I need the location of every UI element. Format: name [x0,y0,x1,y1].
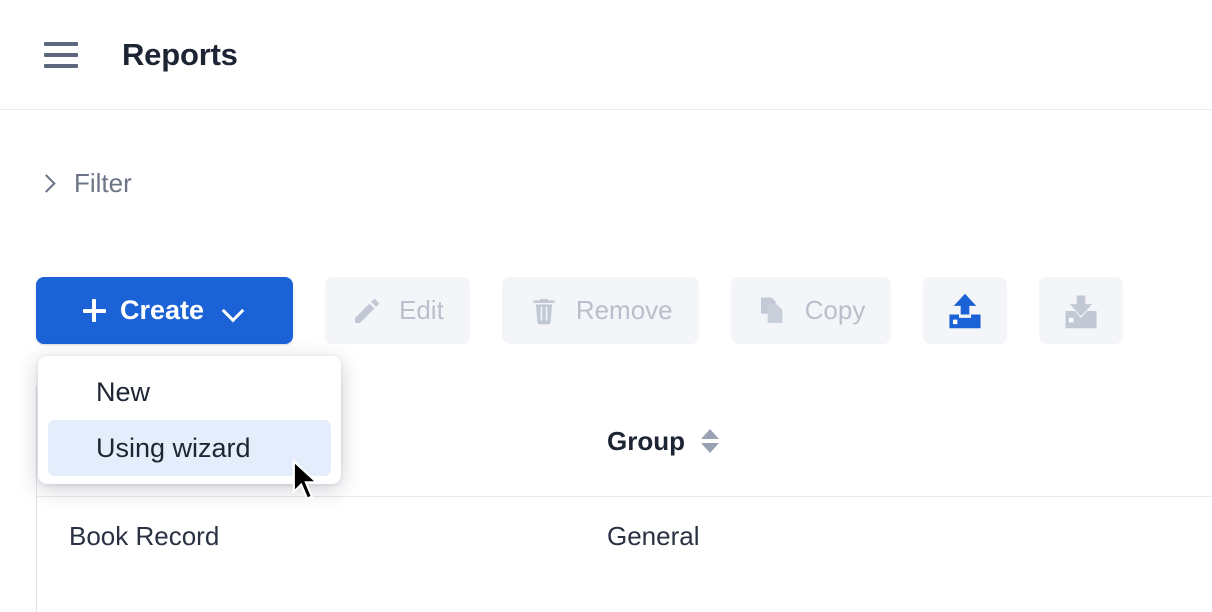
cell-name: Book Record [69,520,220,551]
column-header-group[interactable]: Group [607,426,1007,457]
cell-group: General [607,520,700,551]
plus-icon [82,299,106,322]
sort-desc-arrow [701,443,719,453]
download-icon [1065,294,1097,328]
copy-icon [760,297,782,323]
trash-icon [533,298,555,324]
hamburger-line [44,63,78,68]
reports-page: Reports Filter Create Edit Remove Copy G… [0,0,1212,612]
toolbar: Create Edit Remove Copy [36,277,1124,344]
menu-item-new[interactable]: New [48,364,331,420]
hamburger-line [44,52,78,57]
filter-label: Filter [74,168,132,198]
remove-button[interactable]: Remove [501,277,699,344]
chevron-right-icon [36,174,56,194]
copy-button[interactable]: Copy [730,277,892,344]
sort-asc-arrow [701,429,719,439]
edit-button[interactable]: Edit [325,277,470,344]
upload-icon [949,293,981,328]
column-header-group-label: Group [607,425,685,456]
hamburger-line [44,41,78,46]
create-dropdown-menu: New Using wizard [38,356,341,484]
import-button[interactable] [923,277,1008,344]
edit-button-label: Edit [399,295,444,325]
chevron-down-icon [222,303,244,319]
export-button[interactable] [1039,277,1124,344]
sort-updown-icon[interactable] [701,429,719,453]
app-header: Reports [0,0,1212,110]
table-row[interactable]: Book Record General [37,497,1212,575]
create-button[interactable]: Create [36,277,293,344]
copy-button-label: Copy [804,295,866,325]
filter-toggle[interactable]: Filter [36,168,132,199]
menu-item-using-wizard[interactable]: Using wizard [48,420,331,476]
pencil-icon [355,298,379,323]
remove-button-label: Remove [575,295,673,325]
create-button-label: Create [119,295,205,325]
hamburger-menu-icon[interactable] [44,41,78,68]
page-title: Reports [122,36,238,72]
